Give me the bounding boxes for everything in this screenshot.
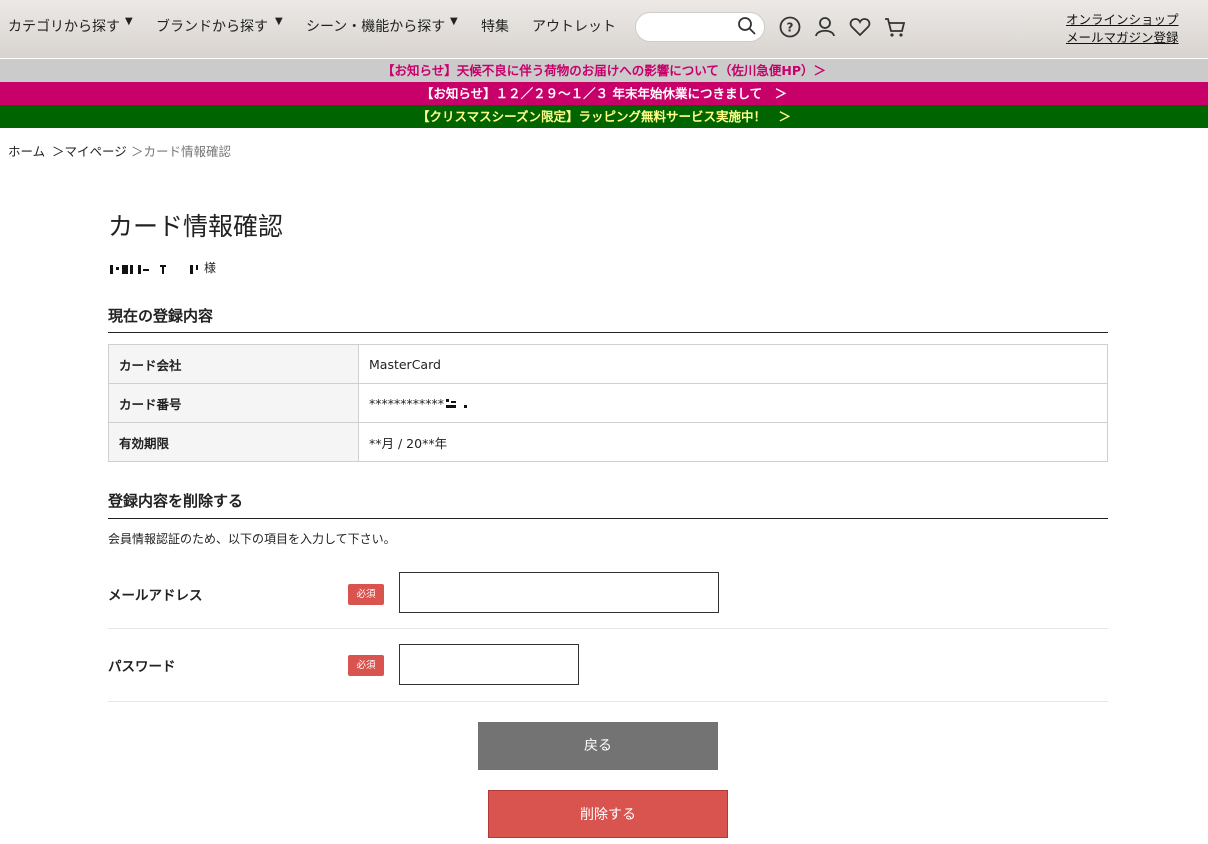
nav-category-arrow-icon[interactable]: ▼ — [125, 16, 133, 27]
breadcrumb-current: ＞カード情報確認 — [131, 144, 232, 159]
page-title: カード情報確認 — [108, 212, 284, 241]
required-badge: 必須 — [348, 655, 384, 676]
notice-christmas[interactable]: 【クリスマスシーズン限定】ラッピング無料サービス実施中！ ＞ — [0, 105, 1208, 128]
svg-text:?: ? — [787, 21, 794, 35]
auth-description: 会員情報認証のため、以下の項目を入力して下さい。 — [108, 532, 396, 546]
nav-outlet[interactable]: アウトレット — [532, 16, 616, 36]
row-divider — [108, 628, 1108, 629]
nav-scene[interactable]: シーン・機能から探す — [306, 16, 445, 36]
back-button[interactable]: 戻る — [478, 722, 718, 770]
expiry-label: 有効期限 — [108, 422, 359, 462]
redacted-name-icon — [110, 264, 198, 274]
user-name: 様 — [108, 259, 216, 276]
nav-feature[interactable]: 特集 — [481, 16, 509, 36]
user-suffix: 様 — [204, 261, 217, 275]
table-row: 有効期限 **月 / 20**年 — [108, 422, 1108, 462]
card-company-value: MasterCard — [358, 344, 1108, 384]
breadcrumb-home[interactable]: ホーム — [8, 141, 45, 160]
site-header: カテゴリから探す ▼ ブランドから探す ▼ シーン・機能から探す ▼ 特集 アウ… — [0, 0, 1208, 58]
card-info-table: カード会社 MasterCard カード番号 ************ 有効期限… — [108, 344, 1108, 462]
redacted-digits-icon — [446, 399, 467, 408]
password-label: パスワード — [108, 659, 176, 675]
nav-brand-arrow-icon[interactable]: ▼ — [275, 16, 283, 27]
search-icon[interactable] — [737, 16, 757, 36]
nav-category[interactable]: カテゴリから探す — [8, 16, 120, 36]
section-divider — [108, 332, 1108, 333]
notice-weather[interactable]: 【お知らせ】天候不良に伴う荷物のお届けへの影響について（佐川急便HP）＞ — [0, 59, 1208, 82]
card-number-label: カード番号 — [108, 383, 359, 423]
delete-section-title: 登録内容を削除する — [108, 492, 244, 510]
notice-holiday[interactable]: 【お知らせ】１２／２９～１／３ 年末年始休業につきまして ＞ — [0, 82, 1208, 105]
breadcrumb-mypage[interactable]: ＞マイページ — [52, 141, 127, 160]
cart-icon[interactable] — [883, 15, 907, 39]
current-section-title: 現在の登録内容 — [108, 307, 214, 325]
password-field[interactable] — [399, 644, 579, 685]
nav-scene-arrow-icon[interactable]: ▼ — [450, 16, 458, 27]
required-badge: 必須 — [348, 584, 384, 605]
table-row: カード番号 ************ — [108, 383, 1108, 423]
newsletter-link[interactable]: メールマガジン登録 — [1066, 27, 1179, 46]
row-divider — [108, 701, 1108, 702]
email-label: メールアドレス — [108, 588, 203, 604]
heart-icon[interactable] — [848, 15, 872, 39]
expiry-value: **月 / 20**年 — [358, 422, 1108, 462]
nav-brand[interactable]: ブランドから探す — [156, 16, 268, 36]
user-icon[interactable] — [813, 15, 837, 39]
card-number-value: ************ — [369, 395, 444, 411]
card-number-cell: ************ — [358, 383, 1108, 423]
online-shop-link[interactable]: オンラインショップ — [1066, 9, 1179, 28]
section-divider — [108, 518, 1108, 519]
card-company-label: カード会社 — [108, 344, 359, 384]
delete-button[interactable]: 削除する — [488, 790, 728, 838]
help-icon[interactable]: ? — [778, 15, 802, 39]
email-field[interactable] — [399, 572, 719, 613]
table-row: カード会社 MasterCard — [108, 344, 1108, 384]
